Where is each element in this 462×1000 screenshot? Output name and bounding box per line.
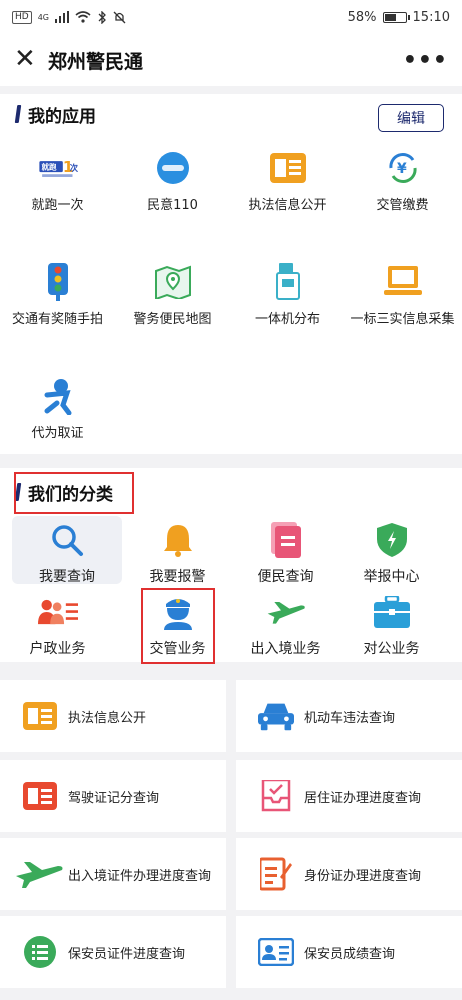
app-label: 一体机分布	[254, 312, 320, 327]
my-apps-section: 我的应用 编辑 就跑 1 次 就跑一次 民意110 执法信息公开 ¥ 交管缴费 …	[0, 94, 462, 454]
app-law-info[interactable]: 执法信息公开	[230, 148, 345, 216]
service-label: 出入境证件办理进度查询	[68, 868, 212, 884]
service-security-guard-progress[interactable]: 保安员证件进度查询	[0, 916, 226, 988]
bluetooth-icon	[98, 10, 106, 24]
category-label: 对公业务	[363, 641, 420, 657]
category-alarm[interactable]: 我要报警	[120, 520, 235, 586]
residence-tray-icon	[258, 778, 294, 814]
household-icon	[37, 592, 78, 632]
service-label: 执法信息公开	[68, 710, 147, 726]
my-apps-title: 我的应用	[28, 106, 96, 127]
category-corporate[interactable]: 对公业务	[334, 592, 449, 658]
jiupao-logo: 就跑 1 次	[38, 148, 78, 188]
page-title: 郑州警民通	[48, 50, 144, 73]
signal-icon	[55, 11, 69, 23]
service-law-info[interactable]: 执法信息公开	[0, 680, 226, 752]
service-exit-entry-progress[interactable]: 出入境证件办理进度查询	[0, 838, 226, 910]
category-label: 我要查询	[39, 569, 95, 585]
category-convenience[interactable]: 便民查询	[228, 520, 343, 586]
app-traffic-photo[interactable]: 交通有奖随手拍	[0, 262, 115, 330]
service-label: 驾驶证记分查询	[68, 790, 160, 806]
car-icon	[258, 698, 294, 734]
signal-label: 4G	[37, 12, 49, 22]
app-label: 执法信息公开	[248, 198, 327, 213]
service-label: 机动车违法查询	[304, 710, 396, 726]
mute-bell-icon	[113, 11, 126, 23]
law-info-card-icon	[22, 698, 58, 734]
map-icon	[153, 262, 193, 302]
service-label: 居住证办理进度查询	[304, 790, 422, 806]
service-vehicle-violation[interactable]: 机动车违法查询	[236, 680, 462, 752]
battery-icon	[382, 11, 410, 23]
id-card-icon	[258, 934, 294, 970]
category-label: 出入境业务	[250, 641, 321, 657]
edit-button[interactable]: 编辑	[378, 104, 444, 132]
list-circle-icon	[22, 934, 58, 970]
title-bar: ✕ 郑州警民通 •••	[0, 34, 462, 86]
status-bar: HD 4G 58% 15:10	[0, 0, 462, 34]
app-jiupao[interactable]: 就跑 1 次 就跑一次	[0, 148, 115, 216]
service-security-guard-score[interactable]: 保安员成绩查询	[236, 916, 462, 988]
shield-icon	[372, 520, 412, 560]
app-proxy-evidence[interactable]: 代为取证	[0, 376, 115, 444]
app-label: 警务便民地图	[133, 312, 212, 327]
law-info-card-icon	[268, 148, 308, 188]
kiosk-icon	[268, 262, 308, 302]
close-icon[interactable]: ✕	[14, 46, 38, 72]
app-kiosk[interactable]: 一体机分布	[230, 262, 345, 330]
service-id-card-progress[interactable]: 身份证办理进度查询	[236, 838, 462, 910]
category-label: 便民查询	[257, 569, 314, 585]
hd-badge: HD	[12, 10, 32, 24]
service-license-points[interactable]: 驾驶证记分查询	[0, 760, 226, 832]
search-icon	[47, 520, 87, 560]
yen-payment-icon: ¥	[383, 148, 423, 188]
app-label: 就跑一次	[31, 198, 84, 213]
service-label: 保安员证件进度查询	[68, 946, 186, 962]
traffic-light-icon	[38, 262, 78, 302]
app-payment[interactable]: ¥ 交管缴费	[345, 148, 460, 216]
document-icon	[266, 520, 306, 560]
category-label: 户政业务	[29, 641, 86, 657]
bell-icon	[158, 520, 198, 560]
app-police-map[interactable]: 警务便民地图	[115, 262, 230, 330]
service-label: 保安员成绩查询	[304, 946, 396, 962]
running-person-icon	[38, 376, 78, 416]
airplane-icon	[266, 592, 306, 632]
section-bar	[14, 105, 22, 123]
category-label: 举报中心	[363, 569, 420, 585]
app-info-collect[interactable]: 一标三实信息采集	[345, 262, 460, 330]
app-label: 交管缴费	[376, 198, 429, 213]
category-report[interactable]: 举报中心	[334, 520, 449, 586]
highlight-traffic-category	[141, 588, 215, 664]
category-household[interactable]: 户政业务	[0, 592, 115, 658]
app-label: 民意110	[147, 198, 198, 213]
highlight-categories-title	[14, 472, 134, 514]
app-label: 一标三实信息采集	[350, 312, 455, 327]
app-minyi[interactable]: 民意110	[115, 148, 230, 216]
airplane-icon	[14, 856, 64, 892]
service-label: 身份证办理进度查询	[304, 868, 422, 884]
battery-percent: 58%	[347, 9, 377, 25]
svg-text:次: 次	[69, 163, 77, 173]
category-query[interactable]: 我要查询	[12, 516, 122, 585]
more-dots-icon[interactable]: •••	[403, 48, 448, 73]
briefcase-icon	[372, 592, 412, 632]
service-residence-permit[interactable]: 居住证办理进度查询	[236, 760, 462, 832]
category-exit-entry[interactable]: 出入境业务	[228, 592, 343, 658]
app-label: 交通有奖随手拍	[11, 312, 103, 327]
svg-text:就跑: 就跑	[41, 161, 57, 171]
laptop-icon	[383, 262, 423, 302]
category-label: 我要报警	[149, 569, 206, 585]
wifi-icon	[75, 11, 91, 23]
svg-text:¥: ¥	[397, 161, 407, 177]
id-edit-icon	[258, 856, 294, 892]
license-card-icon	[22, 778, 58, 814]
app-label: 代为取证	[31, 426, 84, 441]
minyi-110-icon	[153, 148, 193, 188]
clock: 15:10	[412, 9, 450, 25]
